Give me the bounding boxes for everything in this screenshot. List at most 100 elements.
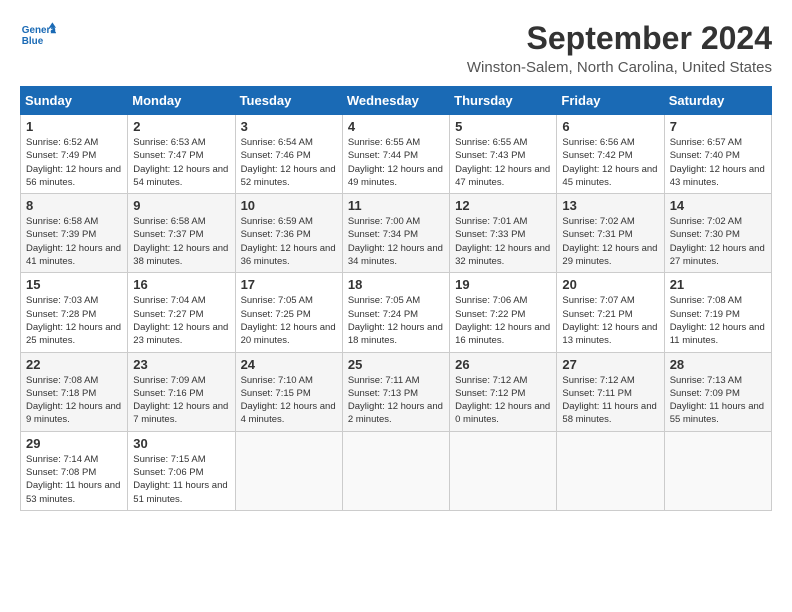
day-number: 7 [670, 119, 766, 134]
day-info: Sunrise: 7:12 AMSunset: 7:11 PMDaylight:… [562, 374, 658, 427]
calendar-week-4: 29 Sunrise: 7:14 AMSunset: 7:08 PMDayligh… [21, 431, 772, 510]
day-number: 24 [241, 357, 337, 372]
day-number: 23 [133, 357, 229, 372]
day-info: Sunrise: 6:58 AMSunset: 7:39 PMDaylight:… [26, 215, 122, 268]
calendar-cell: 7 Sunrise: 6:57 AMSunset: 7:40 PMDaylight… [664, 115, 771, 194]
location-subtitle: Winston-Salem, North Carolina, United St… [467, 59, 772, 76]
page-header: General Blue September 2024 Winston-Sale… [20, 20, 772, 76]
header-cell-saturday: Saturday [664, 87, 771, 115]
day-info: Sunrise: 7:12 AMSunset: 7:12 PMDaylight:… [455, 374, 551, 427]
calendar-week-2: 15 Sunrise: 7:03 AMSunset: 7:28 PMDayligh… [21, 273, 772, 352]
header-cell-wednesday: Wednesday [342, 87, 449, 115]
day-number: 22 [26, 357, 122, 372]
day-info: Sunrise: 7:01 AMSunset: 7:33 PMDaylight:… [455, 215, 551, 268]
month-title: September 2024 [467, 20, 772, 57]
day-number: 30 [133, 436, 229, 451]
day-number: 9 [133, 198, 229, 213]
calendar-cell: 27 Sunrise: 7:12 AMSunset: 7:11 PMDayligh… [557, 352, 664, 431]
day-number: 6 [562, 119, 658, 134]
calendar-body: 1Sunrise: 6:52 AMSunset: 7:49 PMDaylight… [21, 115, 772, 511]
calendar-cell [235, 431, 342, 510]
calendar-cell: 1Sunrise: 6:52 AMSunset: 7:49 PMDaylight… [21, 115, 128, 194]
day-info: Sunrise: 6:53 AMSunset: 7:47 PMDaylight:… [133, 136, 229, 189]
day-number: 17 [241, 277, 337, 292]
day-info: Sunrise: 6:58 AMSunset: 7:37 PMDaylight:… [133, 215, 229, 268]
day-number: 29 [26, 436, 122, 451]
day-info: Sunrise: 7:10 AMSunset: 7:15 PMDaylight:… [241, 374, 337, 427]
day-number: 11 [348, 198, 444, 213]
day-info: Sunrise: 6:57 AMSunset: 7:40 PMDaylight:… [670, 136, 766, 189]
day-info: Sunrise: 7:15 AMSunset: 7:06 PMDaylight:… [133, 453, 229, 506]
calendar-cell: 9 Sunrise: 6:58 AMSunset: 7:37 PMDaylight… [128, 194, 235, 273]
day-number: 3 [241, 119, 337, 134]
day-info: Sunrise: 7:00 AMSunset: 7:34 PMDaylight:… [348, 215, 444, 268]
day-number: 27 [562, 357, 658, 372]
day-info: Sunrise: 7:02 AMSunset: 7:30 PMDaylight:… [670, 215, 766, 268]
logo-icon: General Blue [20, 20, 56, 50]
calendar-cell: 26Sunrise: 7:12 AMSunset: 7:12 PMDayligh… [450, 352, 557, 431]
title-area: September 2024 Winston-Salem, North Caro… [467, 20, 772, 76]
day-number: 8 [26, 198, 122, 213]
day-info: Sunrise: 7:05 AMSunset: 7:25 PMDaylight:… [241, 294, 337, 347]
calendar-cell: 17 Sunrise: 7:05 AMSunset: 7:25 PMDayligh… [235, 273, 342, 352]
calendar-cell: 6Sunrise: 6:56 AMSunset: 7:42 PMDaylight… [557, 115, 664, 194]
day-info: Sunrise: 7:03 AMSunset: 7:28 PMDaylight:… [26, 294, 122, 347]
day-number: 19 [455, 277, 551, 292]
calendar-cell: 19Sunrise: 7:06 AMSunset: 7:22 PMDayligh… [450, 273, 557, 352]
calendar-cell: 30 Sunrise: 7:15 AMSunset: 7:06 PMDayligh… [128, 431, 235, 510]
calendar-cell: 18Sunrise: 7:05 AMSunset: 7:24 PMDayligh… [342, 273, 449, 352]
day-number: 4 [348, 119, 444, 134]
calendar-cell: 8 Sunrise: 6:58 AMSunset: 7:39 PMDaylight… [21, 194, 128, 273]
calendar-cell: 15 Sunrise: 7:03 AMSunset: 7:28 PMDayligh… [21, 273, 128, 352]
day-info: Sunrise: 7:11 AMSunset: 7:13 PMDaylight:… [348, 374, 444, 427]
header-cell-monday: Monday [128, 87, 235, 115]
header-cell-friday: Friday [557, 87, 664, 115]
day-number: 12 [455, 198, 551, 213]
calendar-cell: 13 Sunrise: 7:02 AMSunset: 7:31 PMDayligh… [557, 194, 664, 273]
calendar-cell: 21Sunrise: 7:08 AMSunset: 7:19 PMDayligh… [664, 273, 771, 352]
calendar-cell [342, 431, 449, 510]
day-info: Sunrise: 7:05 AMSunset: 7:24 PMDaylight:… [348, 294, 444, 347]
day-info: Sunrise: 7:14 AMSunset: 7:08 PMDaylight:… [26, 453, 122, 506]
calendar-week-1: 8 Sunrise: 6:58 AMSunset: 7:39 PMDaylight… [21, 194, 772, 273]
header-row: SundayMondayTuesdayWednesdayThursdayFrid… [21, 87, 772, 115]
calendar-cell [557, 431, 664, 510]
day-info: Sunrise: 7:13 AMSunset: 7:09 PMDaylight:… [670, 374, 766, 427]
header-cell-tuesday: Tuesday [235, 87, 342, 115]
day-number: 16 [133, 277, 229, 292]
calendar-cell: 24 Sunrise: 7:10 AMSunset: 7:15 PMDayligh… [235, 352, 342, 431]
svg-text:Blue: Blue [22, 36, 44, 47]
calendar-cell: 11 Sunrise: 7:00 AMSunset: 7:34 PMDayligh… [342, 194, 449, 273]
calendar-table: SundayMondayTuesdayWednesdayThursdayFrid… [20, 86, 772, 511]
day-info: Sunrise: 7:08 AMSunset: 7:19 PMDaylight:… [670, 294, 766, 347]
day-number: 14 [670, 198, 766, 213]
day-number: 25 [348, 357, 444, 372]
header-cell-thursday: Thursday [450, 87, 557, 115]
day-number: 5 [455, 119, 551, 134]
calendar-cell [450, 431, 557, 510]
day-number: 15 [26, 277, 122, 292]
calendar-cell: 12 Sunrise: 7:01 AMSunset: 7:33 PMDayligh… [450, 194, 557, 273]
day-number: 13 [562, 198, 658, 213]
calendar-cell: 22Sunrise: 7:08 AMSunset: 7:18 PMDayligh… [21, 352, 128, 431]
calendar-cell: 10 Sunrise: 6:59 AMSunset: 7:36 PMDayligh… [235, 194, 342, 273]
day-number: 10 [241, 198, 337, 213]
calendar-cell: 2Sunrise: 6:53 AMSunset: 7:47 PMDaylight… [128, 115, 235, 194]
calendar-cell: 14 Sunrise: 7:02 AMSunset: 7:30 PMDayligh… [664, 194, 771, 273]
calendar-cell: 4 Sunrise: 6:55 AMSunset: 7:44 PMDaylight… [342, 115, 449, 194]
day-info: Sunrise: 6:55 AMSunset: 7:44 PMDaylight:… [348, 136, 444, 189]
calendar-cell: 16Sunrise: 7:04 AMSunset: 7:27 PMDayligh… [128, 273, 235, 352]
calendar-cell: 29 Sunrise: 7:14 AMSunset: 7:08 PMDayligh… [21, 431, 128, 510]
day-number: 28 [670, 357, 766, 372]
calendar-week-0: 1Sunrise: 6:52 AMSunset: 7:49 PMDaylight… [21, 115, 772, 194]
day-info: Sunrise: 7:02 AMSunset: 7:31 PMDaylight:… [562, 215, 658, 268]
day-number: 1 [26, 119, 122, 134]
calendar-cell: 5 Sunrise: 6:55 AMSunset: 7:43 PMDaylight… [450, 115, 557, 194]
calendar-cell: 20Sunrise: 7:07 AMSunset: 7:21 PMDayligh… [557, 273, 664, 352]
day-info: Sunrise: 6:59 AMSunset: 7:36 PMDaylight:… [241, 215, 337, 268]
calendar-week-3: 22Sunrise: 7:08 AMSunset: 7:18 PMDayligh… [21, 352, 772, 431]
calendar-cell [664, 431, 771, 510]
day-info: Sunrise: 6:55 AMSunset: 7:43 PMDaylight:… [455, 136, 551, 189]
calendar-cell: 3 Sunrise: 6:54 AMSunset: 7:46 PMDaylight… [235, 115, 342, 194]
day-info: Sunrise: 6:54 AMSunset: 7:46 PMDaylight:… [241, 136, 337, 189]
